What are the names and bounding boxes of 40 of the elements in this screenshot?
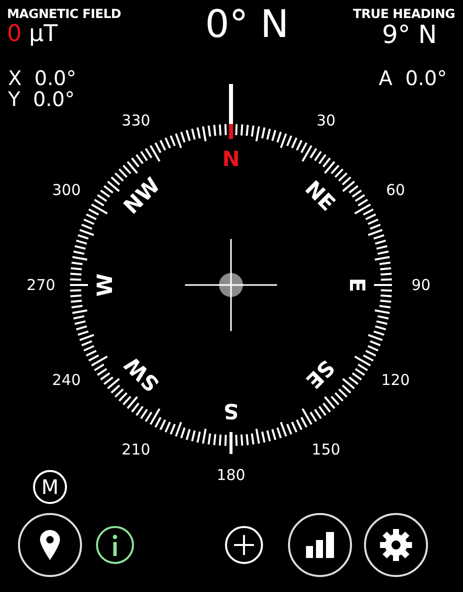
cardinal-label: W — [93, 273, 117, 297]
cardinal-label: N — [222, 147, 240, 171]
magnetic-field-label: MAGNETIC FIELD — [7, 6, 121, 21]
cardinal-label: E — [345, 278, 369, 292]
tilt-reading: X 0.0° — [8, 68, 76, 89]
degree-label: 150 — [312, 440, 340, 459]
cardinal-label: SW — [120, 352, 164, 396]
info-icon — [111, 534, 119, 556]
degree-label: 330 — [122, 111, 150, 130]
cardinal-label: NW — [119, 173, 165, 219]
mode-button[interactable]: M — [33, 470, 67, 504]
degree-label: 120 — [381, 371, 410, 389]
heading-value: 0° N — [205, 2, 289, 46]
south-marker — [230, 432, 232, 454]
settings-button[interactable] — [364, 513, 428, 577]
accuracy-reading: A 0.0° — [378, 68, 447, 89]
info-button[interactable] — [96, 526, 134, 564]
degree-label: 300 — [52, 181, 81, 199]
degree-label: 210 — [122, 440, 150, 459]
cardinal-label: S — [223, 399, 239, 423]
tilt-reading: Y 0.0° — [8, 89, 76, 110]
degree-label: 180 — [216, 466, 246, 484]
degree-label: 60 — [386, 181, 406, 199]
true-heading-label: TRUE HEADING — [352, 6, 455, 21]
degree-label: 30 — [316, 111, 336, 130]
settings-icon — [380, 529, 412, 561]
stats-button[interactable] — [288, 513, 352, 577]
degree-label: 240 — [52, 371, 81, 389]
true-heading-value: 9° N — [382, 21, 437, 49]
bar-chart-icon — [306, 532, 334, 558]
cardinal-label: SE — [301, 355, 339, 393]
add-button[interactable] — [225, 526, 263, 564]
plus-icon — [233, 534, 255, 556]
magnetic-field-value: 0 µT — [7, 21, 58, 47]
location-button[interactable] — [18, 513, 82, 577]
north-needle-drawing — [229, 84, 233, 139]
degree-label: 90 — [411, 276, 431, 294]
location-pin-icon — [40, 530, 60, 560]
cardinal-label: NE — [300, 176, 340, 216]
degree-label: 270 — [26, 276, 56, 294]
